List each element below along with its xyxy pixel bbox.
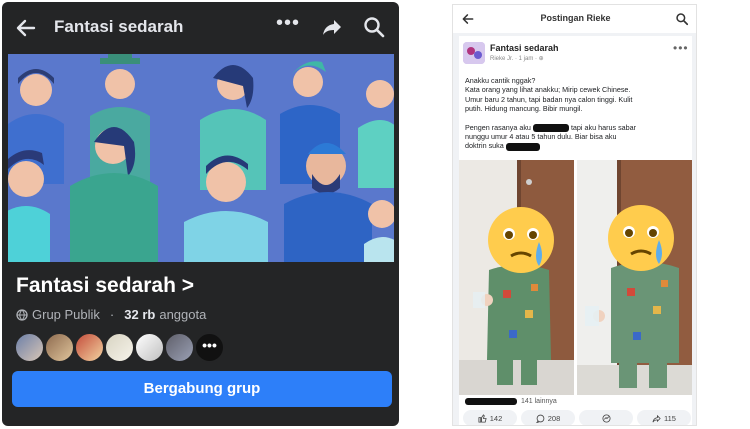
post-author[interactable]: Fantasi sedarah [490, 43, 559, 53]
join-group-button[interactable]: Bergabung grup [12, 371, 392, 407]
group-meta: Grup Publik · 32 rb anggota [16, 307, 206, 322]
group-avatar[interactable] [463, 42, 485, 64]
post-line: Umur baru 2 tahun, tapi badan nya calon … [465, 94, 633, 104]
post-line: nunggu umur 4 atau 5 tahun dulu. Biar bi… [465, 132, 617, 142]
group-screen: Fantasi sedarah ••• Fantasi sedarah > Gr… [2, 2, 399, 426]
like-icon [478, 413, 487, 423]
comment-icon [535, 414, 545, 423]
comment-button[interactable]: 208 [521, 410, 575, 425]
redaction-bar [505, 142, 540, 151]
post-screen: Postingan Rieke Fantasi sedarah Rieke Jr… [452, 4, 697, 426]
post-top-bar: Postingan Rieke [453, 5, 696, 33]
messenger-icon [601, 413, 611, 423]
privacy-label: Grup Publik [32, 307, 100, 322]
post-page-title: Postingan Rieke [540, 13, 611, 23]
share-icon[interactable] [320, 15, 344, 39]
avatar [74, 332, 105, 363]
avatar [134, 332, 165, 363]
search-icon[interactable] [675, 12, 689, 26]
redaction-bar [465, 398, 517, 405]
post-line: Pengen rasanya aku tapi aku harus sabar [465, 123, 687, 132]
post-text: Anakku cantik nggak? Kata orang yang lih… [465, 76, 687, 151]
search-icon[interactable] [362, 15, 386, 39]
post-line: putih. Hidung mancung. Bibir mungil. [465, 104, 583, 114]
post-text-fragment: Pengen rasanya aku [465, 122, 531, 132]
post-photo[interactable] [459, 160, 574, 395]
like-button[interactable]: 142 [463, 410, 517, 425]
post-photo[interactable] [577, 160, 692, 395]
members-count: 32 rb [124, 307, 156, 322]
avatar [164, 332, 195, 363]
share-count: 115 [664, 413, 676, 423]
post-subtitle: Rieke Jr. · 1 jam · ⊕ [490, 56, 544, 62]
post-actions: 142 208 115 [463, 410, 691, 425]
messenger-button[interactable] [579, 410, 633, 425]
redaction-bar [532, 123, 569, 132]
post-line: doktrin suka [465, 141, 687, 151]
arrow-left-icon[interactable] [14, 16, 38, 40]
likes-others: 141 lainnya [521, 398, 557, 405]
top-bar: Fantasi sedarah ••• [2, 2, 399, 54]
post-line: Anakku cantik nggak? [465, 76, 536, 85]
post-text-fragment: tapi aku harus sabar [570, 122, 637, 132]
more-icon[interactable]: ••• [673, 41, 689, 55]
comment-count: 208 [547, 413, 561, 423]
meta-separator: · [109, 307, 115, 322]
avatar [14, 332, 45, 363]
members-label: anggota [159, 307, 207, 322]
share-button[interactable]: 115 [637, 410, 691, 425]
avatar [104, 332, 135, 363]
share-icon [652, 414, 661, 422]
page-title: Fantasi sedarah [54, 17, 184, 36]
group-name[interactable]: Fantasi sedarah > [16, 274, 194, 298]
avatar [44, 332, 75, 363]
post-photos[interactable] [459, 160, 692, 395]
member-avatars[interactable]: ••• [14, 332, 225, 364]
group-cover-image [8, 54, 394, 262]
post-text-fragment: doktrin suka [465, 141, 504, 151]
more-members-button[interactable]: ••• [194, 332, 225, 363]
globe-icon [16, 308, 28, 321]
post-line: Kata orang yang lihat anakku; Mirip cewe… [465, 85, 631, 95]
reactions-summary[interactable]: 141 lainnya [465, 398, 557, 405]
like-count: 142 [489, 413, 503, 423]
more-icon[interactable]: ••• [276, 13, 299, 38]
post-card: Fantasi sedarah Rieke Jr. · 1 jam · ⊕ ••… [459, 36, 692, 425]
